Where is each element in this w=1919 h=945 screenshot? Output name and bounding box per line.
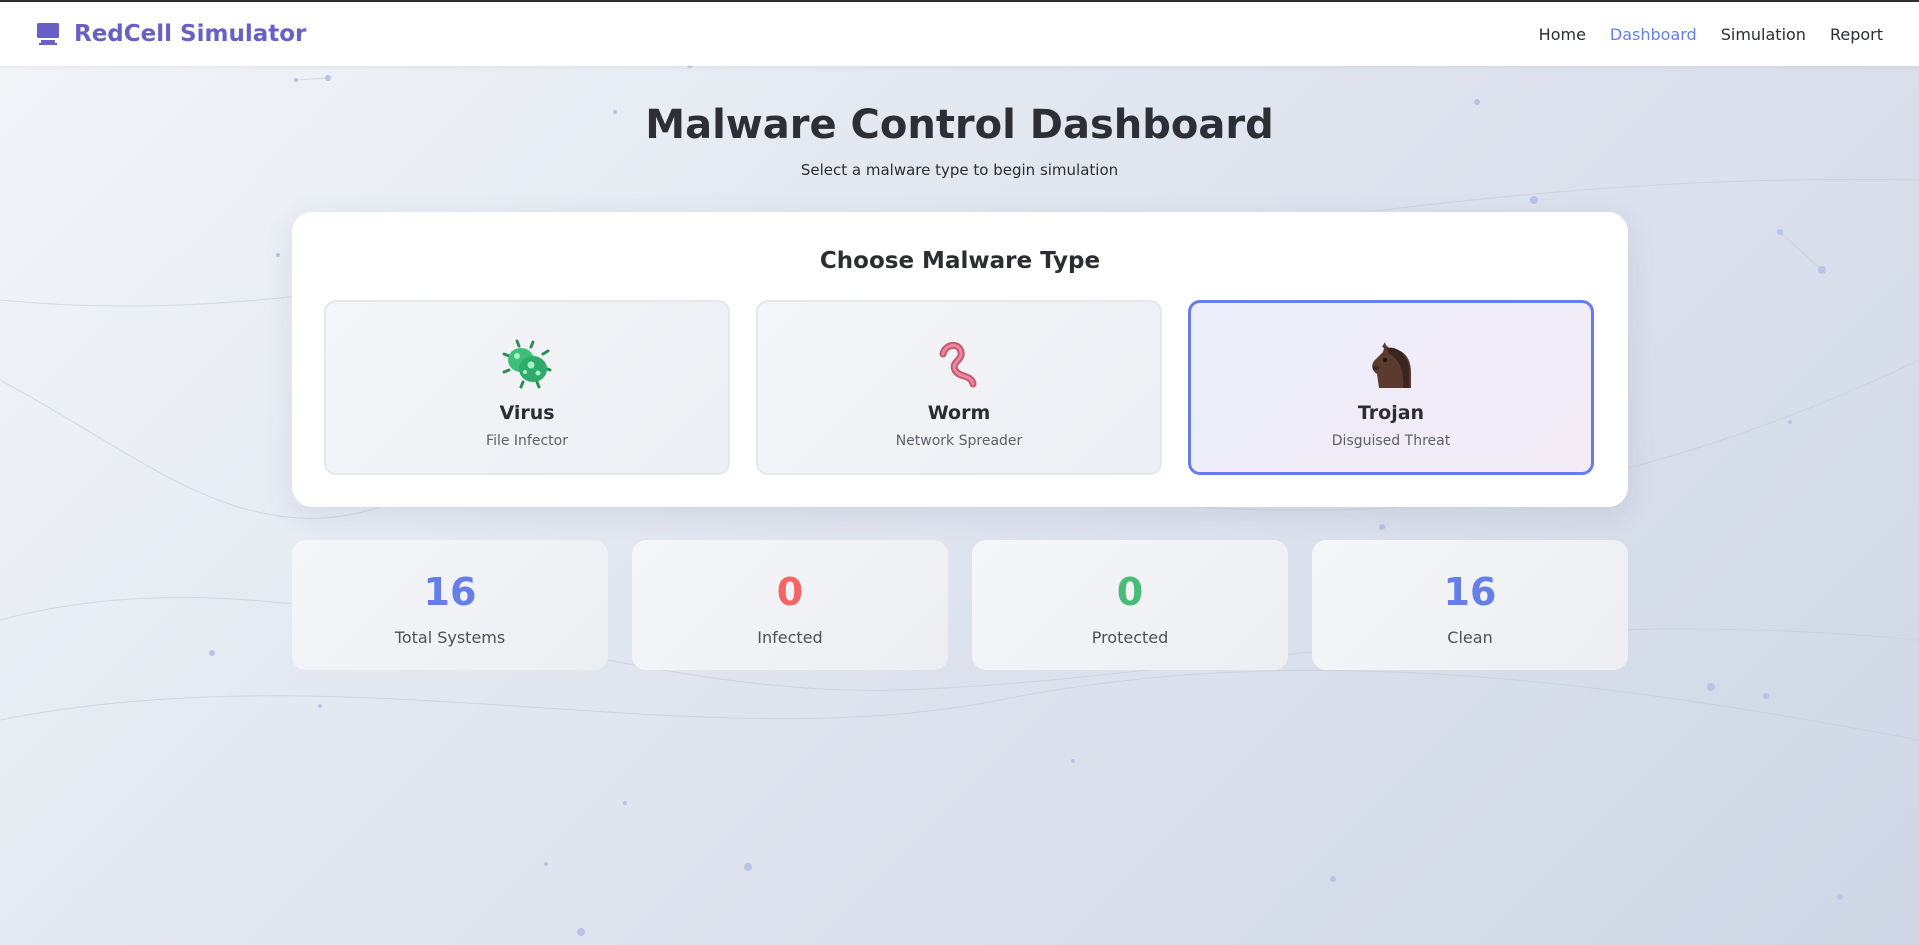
stat-clean: 16 Clean (1312, 540, 1628, 670)
monitor-icon (37, 23, 59, 45)
stat-value: 0 (1116, 570, 1144, 614)
worm-icon (939, 342, 977, 388)
nav-dashboard[interactable]: Dashboard (1610, 25, 1697, 44)
malware-card-name: Worm (927, 402, 991, 424)
brand[interactable]: RedCell Simulator (36, 21, 306, 47)
app-name: RedCell Simulator (74, 21, 307, 47)
nav-simulation[interactable]: Simulation (1721, 25, 1806, 44)
stat-label: Protected (1091, 628, 1169, 647)
nav-home[interactable]: Home (1539, 25, 1586, 44)
malware-card-desc: File Infector (486, 433, 568, 449)
malware-card-desc: Disguised Threat (1331, 433, 1451, 449)
stat-value: 16 (1443, 570, 1497, 614)
stat-value: 16 (423, 570, 477, 614)
malware-type-panel: Choose Malware Type Virus File Infector … (292, 212, 1628, 507)
top-navbar: RedCell Simulator Home Dashboard Simulat… (0, 2, 1919, 66)
malware-card-trojan[interactable]: Trojan Disguised Threat (1188, 300, 1594, 475)
malware-card-desc: Network Spreader (895, 433, 1023, 449)
stat-value: 0 (776, 570, 804, 614)
stat-total-systems: 16 Total Systems (292, 540, 608, 670)
virus-icon (502, 339, 552, 389)
stat-label: Clean (1447, 628, 1493, 647)
stat-infected: 0 Infected (632, 540, 948, 670)
malware-card-worm[interactable]: Worm Network Spreader (756, 300, 1162, 475)
horse-icon (1372, 342, 1411, 388)
page-subtitle: Select a malware type to begin simulatio… (800, 161, 1119, 179)
stat-label: Infected (757, 628, 823, 647)
malware-card-virus[interactable]: Virus File Infector (324, 300, 730, 475)
panel-title: Choose Malware Type (819, 248, 1101, 274)
nav-report[interactable]: Report (1830, 25, 1883, 44)
page-title: Malware Control Dashboard (645, 102, 1274, 148)
stat-label: Total Systems (394, 628, 506, 647)
malware-card-name: Virus (499, 402, 555, 424)
main-nav: Home Dashboard Simulation Report (1539, 25, 1883, 44)
malware-card-name: Trojan (1357, 402, 1425, 424)
stat-protected: 0 Protected (972, 540, 1288, 670)
